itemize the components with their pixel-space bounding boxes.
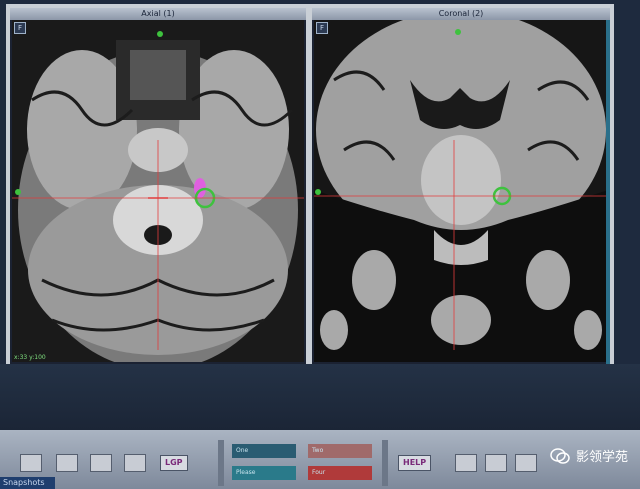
field-two[interactable]: Two [308,444,372,458]
coronal-title: Coronal (2) [312,8,610,20]
axial-corner-button[interactable]: F [14,22,26,34]
watermark-text: 影领学苑 [575,450,628,465]
axial-pane[interactable]: Axial (1) F x:33 y:100 [10,8,306,364]
toolbar-divider [382,440,388,486]
monitor-icon [455,454,477,472]
field-please[interactable]: Please [232,466,296,480]
axial-coordinate-readout: x:33 y:100 [14,354,46,361]
help-label: HELP [398,455,432,471]
watermark: 影领学苑 [550,446,628,465]
lgp-button[interactable]: LGP [160,452,188,474]
disk-icon [515,454,537,472]
coronal-corner-button[interactable]: F [316,22,328,34]
background-area [0,364,640,430]
ruler-icon [90,454,112,472]
display-button[interactable] [455,452,477,474]
printer-icon [20,454,42,472]
network-icon [485,454,507,472]
coronal-scroll-bar[interactable] [606,20,610,364]
chat-bubble-icon [550,447,570,464]
axial-title: Axial (1) [10,8,306,20]
snapshot-label[interactable]: Snapshots [0,477,55,489]
axial-mri-image[interactable] [12,20,304,362]
help-button[interactable]: HELP [398,452,432,474]
field-four[interactable]: Four [308,466,372,480]
lgp-label: LGP [160,455,188,471]
camera-button[interactable] [124,452,146,474]
camera-icon [124,454,146,472]
field-one[interactable]: One [232,444,296,458]
image-viewer: Axial (1) F x:33 y:100 Coronal (2) F [6,4,614,364]
save-button[interactable] [515,452,537,474]
coronal-scan [314,20,608,362]
coronal-pane[interactable]: Coronal (2) F [312,8,610,364]
network-button[interactable] [485,452,507,474]
measure-button[interactable] [90,452,112,474]
coronal-mri-image[interactable] [314,20,608,362]
folder-icon [56,454,78,472]
toolbar-divider [218,440,224,486]
print-button[interactable] [20,452,42,474]
axial-scan [12,20,304,362]
bottom-toolbar: LGP One Two Please Four HELP Snapshots [0,430,640,489]
folder-button[interactable] [56,452,78,474]
